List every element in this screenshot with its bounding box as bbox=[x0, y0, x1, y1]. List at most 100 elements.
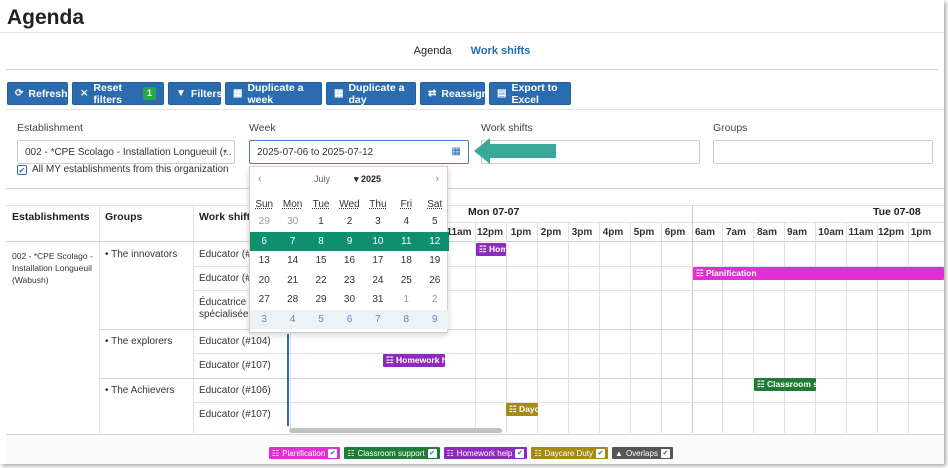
day-cell[interactable]: 15 bbox=[307, 251, 335, 271]
day-cell-selected[interactable]: 10 bbox=[363, 231, 393, 251]
event-label: Hom bbox=[488, 244, 506, 254]
day-cell[interactable]: 4 bbox=[392, 212, 420, 232]
hour-label: 3pm bbox=[571, 227, 593, 238]
day-cell[interactable]: 19 bbox=[421, 251, 449, 271]
day-cell[interactable]: 5 bbox=[306, 309, 336, 329]
week-label: Week bbox=[249, 122, 276, 134]
page-title: Agenda bbox=[7, 6, 85, 29]
day-cell[interactable]: 21 bbox=[278, 271, 306, 291]
day-cell[interactable]: 29 bbox=[307, 290, 335, 310]
day-cell-selected[interactable]: 9 bbox=[335, 231, 364, 251]
day-cell[interactable]: 5 bbox=[421, 212, 449, 232]
day-cell[interactable]: 16 bbox=[335, 251, 363, 271]
legend-daycare-duty[interactable]: ☷ Daycare Duty ✔ bbox=[531, 447, 609, 459]
calendar-icon: ▦ bbox=[233, 88, 243, 99]
day-cell[interactable]: 2 bbox=[421, 290, 449, 310]
day-cell[interactable]: 28 bbox=[278, 290, 306, 310]
legend-classroom-support[interactable]: ☷ Classroom support ✔ bbox=[344, 447, 440, 459]
day-cell[interactable]: 8 bbox=[392, 309, 421, 329]
legend-homework-help[interactable]: ☷ Homework help ✔ bbox=[443, 447, 528, 459]
day-cell-selected[interactable]: 11 bbox=[392, 231, 421, 251]
all-establishments-checkbox-row[interactable]: ✔ All MY establishments from this organi… bbox=[17, 164, 229, 175]
group-explorers-label: The explorers bbox=[111, 336, 173, 347]
current-time-indicator bbox=[287, 334, 289, 426]
shift-row-label: Educator (#107) bbox=[199, 409, 271, 420]
group-explorers: • The explorers bbox=[105, 336, 173, 347]
week-date-input[interactable]: 2025-07-06 to 2025-07-12 ▦ bbox=[249, 140, 469, 164]
day-cell[interactable]: 14 bbox=[278, 251, 306, 271]
hour-label: 6pm bbox=[664, 227, 686, 238]
day-cell[interactable]: 7 bbox=[363, 309, 393, 329]
day-cell[interactable]: 24 bbox=[364, 271, 392, 291]
day-cell[interactable]: 13 bbox=[250, 251, 278, 271]
day-cell[interactable]: 25 bbox=[392, 271, 420, 291]
day-header-tue: Tue 07-08 bbox=[873, 206, 921, 218]
day-cell[interactable]: 9 bbox=[420, 309, 449, 329]
day-cell[interactable]: 23 bbox=[335, 271, 363, 291]
prev-month-icon[interactable]: ‹ bbox=[258, 173, 262, 185]
checkbox-checked-icon[interactable]: ✔ bbox=[427, 448, 437, 458]
day-cell-selected[interactable]: 8 bbox=[306, 231, 336, 251]
export-excel-button[interactable]: ▤ Export to Excel bbox=[489, 82, 571, 106]
reset-filters-button[interactable]: ⨯ Reset filters 1 bbox=[72, 82, 164, 106]
legend-label: Overlaps bbox=[625, 448, 658, 458]
event-planification[interactable]: ☷ Planification bbox=[693, 267, 944, 280]
event-homework-help[interactable]: ☷ Homework he bbox=[383, 354, 445, 367]
datepicker-year-label: 2025 bbox=[361, 174, 382, 184]
datepicker-year[interactable]: ▾ 2025 bbox=[354, 174, 381, 185]
filters-button[interactable]: ▼ Filters bbox=[168, 82, 222, 105]
checkbox-checked-icon[interactable]: ✔ bbox=[660, 448, 670, 458]
day-cell[interactable]: 31 bbox=[364, 290, 392, 310]
day-cell[interactable]: 3 bbox=[364, 212, 392, 232]
day-cell[interactable]: 6 bbox=[335, 309, 364, 329]
day-cell[interactable]: 27 bbox=[250, 290, 278, 310]
day-cell[interactable]: 2 bbox=[335, 212, 363, 232]
day-cell[interactable]: 29 bbox=[250, 212, 278, 232]
excel-icon: ▤ bbox=[497, 88, 507, 99]
day-cell[interactable]: 1 bbox=[392, 290, 420, 310]
day-cell-selected[interactable]: 6 bbox=[250, 231, 279, 251]
checkbox-checked-icon[interactable]: ✔ bbox=[17, 164, 27, 175]
hour-label: 10am bbox=[818, 227, 844, 238]
checkbox-checked-icon[interactable]: ✔ bbox=[596, 448, 606, 458]
day-cell[interactable]: 26 bbox=[421, 271, 449, 291]
next-month-icon[interactable]: › bbox=[435, 173, 439, 185]
checkbox-checked-icon[interactable]: ✔ bbox=[515, 448, 525, 458]
day-cell[interactable]: 22 bbox=[307, 271, 335, 291]
refresh-button[interactable]: ⟳ Refresh bbox=[7, 82, 68, 105]
duplicate-day-button[interactable]: ▦ Duplicate a day bbox=[326, 82, 416, 106]
duplicate-week-button[interactable]: ▦ Duplicate a week bbox=[225, 82, 322, 106]
weekday-header: Tue bbox=[312, 198, 330, 210]
day-cell-selected[interactable]: 7 bbox=[278, 231, 307, 251]
reset-filters-count-badge: 1 bbox=[142, 87, 156, 100]
tab-agenda[interactable]: Agenda bbox=[414, 45, 452, 57]
day-cell[interactable]: 18 bbox=[392, 251, 420, 271]
calendar-icon[interactable]: ▦ bbox=[452, 146, 461, 157]
establishment-label: Establishment bbox=[17, 122, 83, 134]
day-cell[interactable]: 4 bbox=[278, 309, 307, 329]
establishment-select[interactable]: 002 - *CPE Scolago - Installation Longue… bbox=[17, 140, 235, 164]
checkbox-checked-icon[interactable]: ✔ bbox=[328, 448, 338, 458]
datepicker-month[interactable]: July bbox=[314, 174, 330, 184]
all-establishments-label: All MY establishments from this organiza… bbox=[32, 164, 229, 175]
event-daycare-duty[interactable]: ☷ Dayc bbox=[506, 403, 538, 416]
establishment-value: 002 - *CPE Scolago - Installation Longue… bbox=[25, 147, 232, 158]
legend-overlaps[interactable]: ▲ Overlaps ✔ bbox=[612, 447, 673, 459]
calendar-icon: ▦ bbox=[334, 88, 344, 99]
day-cell[interactable]: 30 bbox=[335, 290, 363, 310]
legend: ☷ Planification ✔ ☷ Classroom support ✔ ☷ … bbox=[269, 447, 673, 459]
legend-planification[interactable]: ☷ Planification ✔ bbox=[269, 447, 341, 459]
horizontal-scrollbar[interactable] bbox=[289, 428, 502, 433]
day-cell[interactable]: 1 bbox=[307, 212, 335, 232]
groups-select[interactable] bbox=[713, 140, 933, 164]
day-cell[interactable]: 20 bbox=[250, 271, 278, 291]
event-homework-help[interactable]: ☷ Hom bbox=[476, 243, 506, 256]
tab-work-shifts[interactable]: Work shifts bbox=[471, 45, 531, 57]
day-cell[interactable]: 17 bbox=[364, 251, 392, 271]
day-cell[interactable]: 3 bbox=[250, 309, 279, 329]
reset-filter-icon: ⨯ bbox=[80, 88, 89, 99]
reassign-button[interactable]: ⇄ Reassign bbox=[420, 82, 488, 105]
event-classroom-support[interactable]: ☷ Classroom sup bbox=[754, 378, 816, 391]
day-cell-selected[interactable]: 12 bbox=[420, 231, 449, 251]
day-cell[interactable]: 30 bbox=[278, 212, 306, 232]
